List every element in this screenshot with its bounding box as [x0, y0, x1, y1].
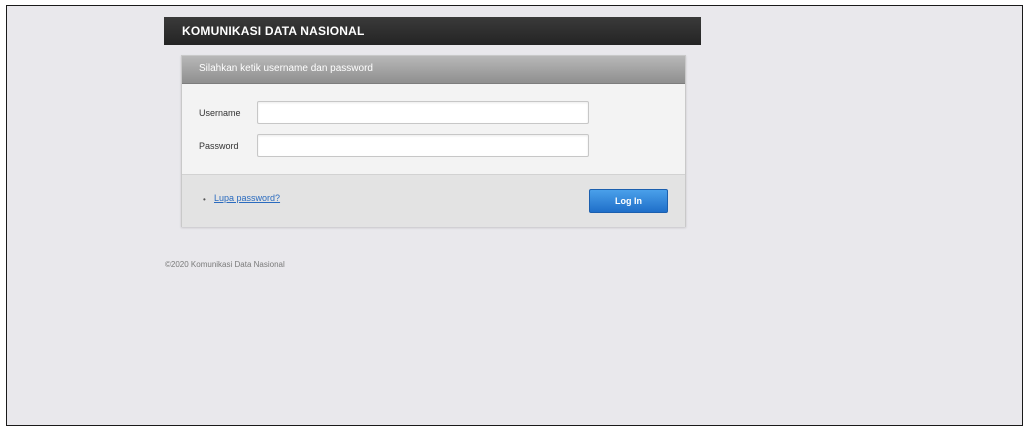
site-title: KOMUNIKASI DATA NASIONAL	[182, 24, 365, 38]
login-panel-header: Silahkan ketik username dan password	[182, 56, 685, 84]
password-row: Password	[182, 134, 685, 160]
login-button[interactable]: Log In	[589, 189, 668, 213]
login-panel: Silahkan ketik username dan password Use…	[181, 55, 686, 227]
username-row: Username	[182, 101, 685, 127]
header-bar: KOMUNIKASI DATA NASIONAL	[164, 17, 701, 45]
login-instruction: Silahkan ketik username dan password	[199, 63, 373, 74]
password-label: Password	[199, 141, 239, 151]
forgot-password-link[interactable]: Lupa password?	[214, 193, 280, 203]
password-input[interactable]	[257, 134, 589, 157]
username-input[interactable]	[257, 101, 589, 124]
username-label: Username	[199, 108, 241, 118]
copyright-text: ©2020 Komunikasi Data Nasional	[165, 260, 285, 269]
bullet-icon: •	[203, 195, 206, 204]
login-panel-footer: • Lupa password? Log In	[182, 174, 685, 227]
